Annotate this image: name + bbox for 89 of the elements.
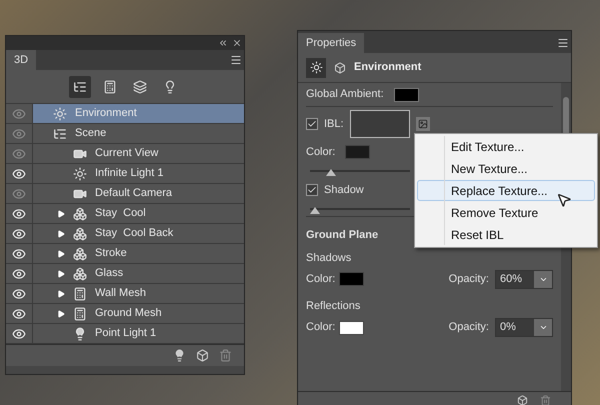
scene-icon — [73, 80, 87, 94]
layer-name: Stroke — [94, 246, 127, 262]
section-header: Environment — [354, 60, 422, 76]
mesh-icon — [73, 306, 87, 320]
color-swatch[interactable] — [394, 88, 419, 102]
chevron-down-icon — [538, 323, 548, 332]
new-light-icon[interactable] — [173, 349, 186, 362]
opacity-dropdown[interactable]: 60% — [495, 270, 553, 288]
field-label: Global Ambient: — [306, 87, 384, 102]
layer-row[interactable]: Glass — [6, 264, 244, 284]
layer-name: Stay Cool Back — [94, 226, 174, 242]
layer-row[interactable]: Environment — [6, 104, 244, 124]
bulb-icon — [73, 326, 87, 340]
panel-tab[interactable]: 3D — [6, 50, 36, 70]
layer-name: Glass — [94, 266, 124, 282]
layers-icon — [133, 80, 147, 94]
field-label: Color: — [306, 144, 336, 160]
visibility-eye-icon[interactable] — [12, 246, 26, 260]
layer-name: Ground Mesh — [94, 306, 162, 322]
menu-icon[interactable] — [557, 37, 569, 49]
mesh-icon — [73, 286, 87, 300]
field-label: IBL: — [324, 116, 344, 132]
field-label: Shadow — [324, 182, 364, 198]
menu-item[interactable]: Edit Texture... — [417, 136, 595, 157]
expand-triangle-icon[interactable] — [57, 230, 65, 238]
layer-name: Stay Cool — [94, 206, 146, 222]
close-icon[interactable] — [232, 38, 242, 48]
layer-row[interactable]: Stay Cool — [6, 204, 244, 224]
panel-tab[interactable]: Properties — [298, 33, 364, 53]
color-swatch[interactable] — [339, 272, 364, 286]
color-swatch[interactable] — [339, 320, 364, 334]
expand-triangle-icon[interactable] — [57, 210, 65, 218]
opacity-dropdown[interactable]: 0% — [495, 318, 553, 337]
mesh-icon[interactable] — [334, 62, 346, 74]
mesh-icon — [103, 80, 117, 94]
cursor-icon — [556, 192, 572, 208]
sun-icon — [73, 166, 87, 180]
layer-name: Scene — [74, 126, 106, 142]
visibility-eye-icon[interactable] — [12, 326, 26, 340]
visibility-eye-icon[interactable] — [12, 226, 26, 240]
layer-row[interactable]: Current View — [6, 144, 244, 164]
visibility-eye-icon[interactable] — [12, 286, 26, 300]
menu-icon[interactable] — [230, 54, 242, 66]
shape-icon — [73, 206, 87, 220]
shape-icon — [73, 266, 87, 280]
field-label: Opacity: — [448, 272, 489, 287]
expand-triangle-icon[interactable] — [57, 310, 65, 318]
layer-row[interactable]: Stay Cool Back — [6, 224, 244, 244]
visibility-eye-icon[interactable] — [12, 206, 26, 220]
field-label: Color: — [306, 320, 336, 336]
layer-name: Point Light 1 — [94, 326, 156, 342]
layer-row[interactable]: Point Light 1 — [6, 324, 244, 344]
expand-triangle-icon[interactable] — [57, 250, 65, 258]
layer-name: Infinite Light 1 — [94, 166, 164, 182]
menu-item[interactable]: Reset IBL — [417, 224, 595, 245]
layer-row[interactable]: Default Camera — [6, 184, 244, 204]
layer-row[interactable]: Stroke — [6, 244, 244, 264]
layer-row[interactable]: Ground Mesh — [6, 304, 244, 324]
visibility-eye-icon[interactable] — [12, 166, 26, 180]
layer-row[interactable]: Infinite Light 1 — [6, 164, 244, 184]
collapse-icon[interactable] — [218, 38, 228, 48]
visibility-eye-icon[interactable] — [12, 306, 26, 320]
field-label: Opacity: — [448, 320, 489, 336]
group-title: Shadows — [306, 250, 352, 266]
bulb-icon — [163, 80, 177, 94]
field-label: Color: — [306, 272, 336, 287]
scene-icon — [53, 126, 67, 140]
expand-triangle-icon[interactable] — [57, 290, 65, 298]
filter-button[interactable] — [69, 76, 91, 98]
texture-preview[interactable] — [350, 110, 410, 138]
menu-item[interactable]: Replace Texture... — [417, 180, 595, 201]
texture-menu-icon[interactable] — [416, 117, 430, 131]
menu-item[interactable]: Remove Texture — [417, 202, 595, 223]
group-title: Reflections — [306, 299, 362, 314]
layer-name: Default Camera — [94, 186, 172, 202]
section-title: Ground Plane — [306, 228, 378, 243]
checkbox[interactable] — [306, 118, 318, 130]
checkbox[interactable] — [306, 184, 318, 196]
shape-icon — [73, 246, 87, 260]
color-swatch[interactable] — [345, 145, 370, 159]
menu-item[interactable]: New Texture... — [417, 158, 595, 179]
visibility-eye-icon[interactable] — [12, 266, 26, 280]
expand-triangle-icon[interactable] — [57, 270, 65, 278]
layer-row[interactable]: Wall Mesh — [6, 284, 244, 304]
shape-icon — [73, 226, 87, 240]
layer-row[interactable]: Scene — [6, 124, 244, 144]
layer-name: Current View — [94, 146, 158, 162]
layer-name: Environment — [74, 106, 137, 122]
layer-name: Wall Mesh — [94, 286, 146, 302]
